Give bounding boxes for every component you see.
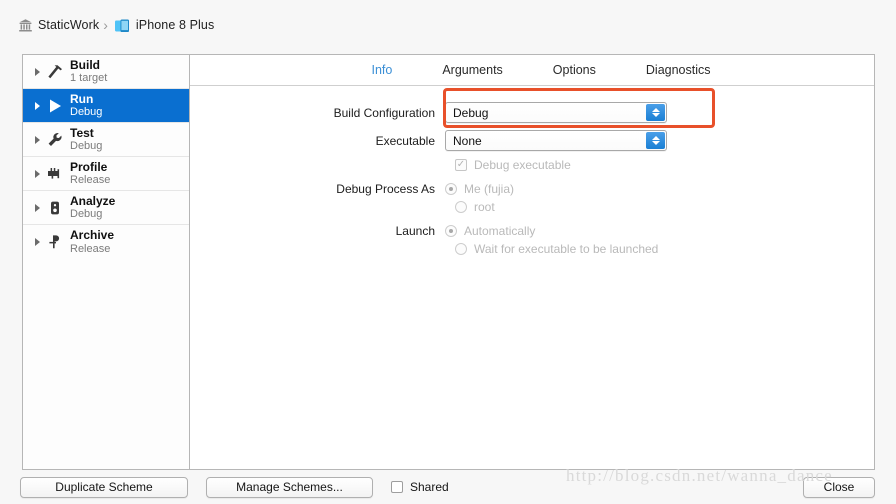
sidebar-item-test[interactable]: Test Debug xyxy=(23,123,189,157)
sidebar-item-name: Archive xyxy=(70,228,115,243)
disclosure-triangle-icon[interactable] xyxy=(31,238,44,246)
sidebar-item-name: Analyze xyxy=(70,193,116,208)
build-configuration-select[interactable]: Debug xyxy=(445,102,667,123)
debug-process-as-row: Debug Process As Me (fujia) xyxy=(190,182,874,196)
sidebar-item-build[interactable]: Build 1 target xyxy=(23,55,189,89)
breadcrumb-project-label: StaticWork xyxy=(38,18,100,32)
sidebar-item-sub: Release xyxy=(70,174,111,187)
build-configuration-row: Build Configuration Debug xyxy=(190,102,874,123)
launch-option-label: Automatically xyxy=(464,224,536,238)
analyze-icon xyxy=(44,199,66,217)
detail-tab-bar: Info Arguments Options Diagnostics xyxy=(190,55,874,86)
disclosure-triangle-icon[interactable] xyxy=(31,67,44,76)
tab-diagnostics[interactable]: Diagnostics xyxy=(644,63,713,77)
disclosure-triangle-icon[interactable] xyxy=(31,203,44,212)
xcode-project-icon xyxy=(18,18,33,33)
executable-value: None xyxy=(453,133,482,148)
sidebar-item-name: Profile xyxy=(70,159,108,174)
launch-row: Launch Automatically xyxy=(190,224,874,238)
debug-process-as-radio-me[interactable] xyxy=(445,183,457,195)
close-button[interactable]: Close xyxy=(803,476,875,498)
breadcrumb-bar: StaticWork › iPhone 8 Plus xyxy=(0,0,896,50)
breadcrumb-destination-label: iPhone 8 Plus xyxy=(135,18,215,32)
sidebar-item-sub: Debug xyxy=(70,140,103,153)
build-configuration-label: Build Configuration xyxy=(333,105,435,120)
sidebar-item-sub: Debug xyxy=(70,106,103,119)
tab-info[interactable]: Info xyxy=(369,63,394,77)
archive-icon xyxy=(44,233,66,251)
shared-checkbox[interactable] xyxy=(391,481,403,493)
sidebar-item-sub: Debug xyxy=(70,208,103,221)
debug-process-as-radio-root[interactable] xyxy=(455,201,467,213)
build-configuration-value: Debug xyxy=(453,105,489,120)
sidebar-item-sub: Release xyxy=(70,242,111,255)
sidebar-item-name: Build xyxy=(70,57,100,72)
debug-process-as-label: Debug Process As xyxy=(336,182,435,196)
debug-process-as-option-label: Me (fujia) xyxy=(464,182,515,196)
executable-label: Executable xyxy=(375,133,435,148)
debug-executable-label: Debug executable xyxy=(474,158,571,172)
shared-checkbox-group[interactable]: Shared xyxy=(391,480,449,494)
breadcrumb-project[interactable]: StaticWork xyxy=(18,18,99,33)
executable-row: Executable None xyxy=(190,130,874,151)
breadcrumb-destination[interactable]: iPhone 8 Plus xyxy=(114,18,214,33)
window-bottom-bar: Duplicate Scheme Manage Schemes... Share… xyxy=(0,470,896,504)
launch-wait-row: Wait for executable to be launched xyxy=(455,242,874,256)
hammer-icon xyxy=(44,63,66,81)
launch-radio-automatically[interactable] xyxy=(445,225,457,237)
launch-label: Launch xyxy=(395,224,435,238)
chevron-updown-icon[interactable] xyxy=(646,104,665,121)
debug-process-as-root-row: root xyxy=(455,200,874,214)
chevron-updown-icon[interactable] xyxy=(646,132,665,149)
duplicate-scheme-button[interactable]: Duplicate Scheme xyxy=(20,476,188,498)
debug-process-as-option-label: root xyxy=(474,200,495,214)
tab-arguments[interactable]: Arguments xyxy=(440,63,504,77)
info-form: Build Configuration Debug Executable Non… xyxy=(190,86,874,256)
scheme-detail-pane: Info Arguments Options Diagnostics Build… xyxy=(190,55,874,469)
debug-executable-row: ✓ Debug executable xyxy=(455,158,874,172)
manage-schemes-button[interactable]: Manage Schemes... xyxy=(206,476,373,498)
tab-options[interactable]: Options xyxy=(551,63,598,77)
launch-radio-wait[interactable] xyxy=(455,243,467,255)
sidebar-item-profile[interactable]: Profile Release xyxy=(23,157,189,191)
sidebar-item-archive[interactable]: Archive Release xyxy=(23,225,189,259)
gauge-icon xyxy=(44,165,66,183)
scheme-actions-sidebar: Build 1 target Run Debug Test Debug Prof… xyxy=(23,55,190,469)
sidebar-item-name: Test xyxy=(70,125,94,140)
executable-select[interactable]: None xyxy=(445,130,667,151)
disclosure-triangle-icon[interactable] xyxy=(31,169,44,178)
sidebar-item-name: Run xyxy=(70,91,94,106)
sidebar-item-analyze[interactable]: Analyze Debug xyxy=(23,191,189,225)
disclosure-triangle-icon[interactable] xyxy=(31,101,44,110)
debug-executable-checkbox[interactable]: ✓ xyxy=(455,159,467,171)
iphone-device-icon xyxy=(114,18,131,33)
play-icon xyxy=(44,97,66,115)
check-icon: ✓ xyxy=(456,159,466,170)
sidebar-item-sub: 1 target xyxy=(70,72,108,85)
shared-label: Shared xyxy=(410,480,449,494)
launch-option-label: Wait for executable to be launched xyxy=(474,242,659,256)
wrench-icon xyxy=(44,131,66,149)
scheme-editor-window: Build 1 target Run Debug Test Debug Prof… xyxy=(22,54,875,470)
breadcrumb-separator: › xyxy=(103,17,108,33)
sidebar-item-run[interactable]: Run Debug xyxy=(23,89,189,123)
disclosure-triangle-icon[interactable] xyxy=(31,135,44,144)
